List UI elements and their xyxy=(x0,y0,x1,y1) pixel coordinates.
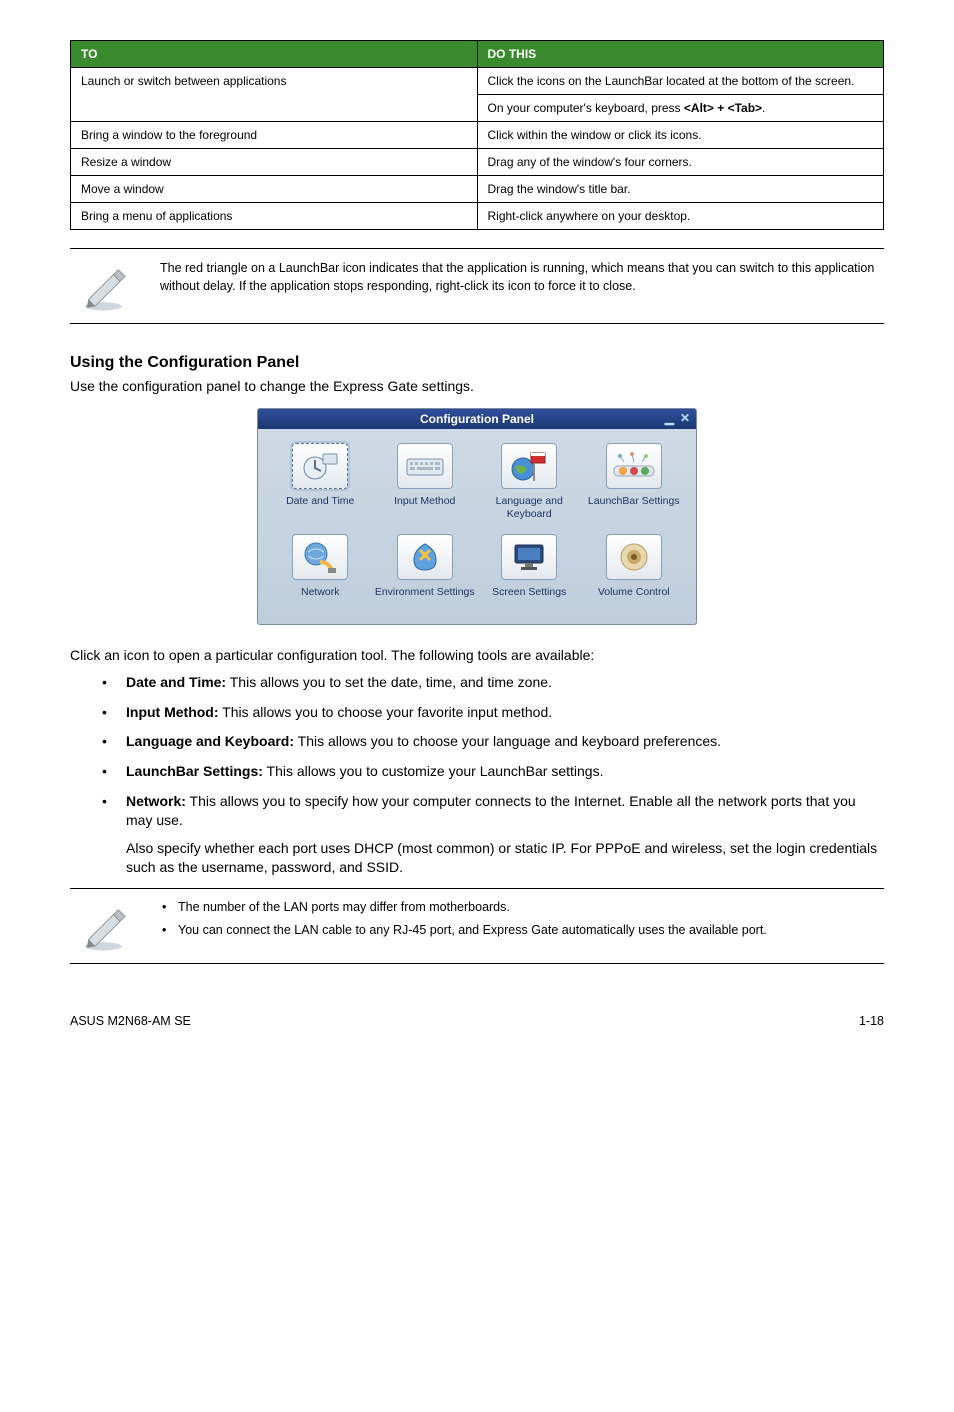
table-header-to: TO xyxy=(71,41,478,68)
table-row: Move a window Drag the window's title ba… xyxy=(71,176,884,203)
table-header-dothis: DO THIS xyxy=(477,41,884,68)
config-item-network[interactable]: Network xyxy=(268,534,373,610)
tool-desc: This allows you to specify how your comp… xyxy=(126,793,856,829)
tool-name: Network: xyxy=(126,793,186,809)
cell-to: Bring a window to the foreground xyxy=(71,122,478,149)
monitor-icon xyxy=(501,534,557,580)
config-panel-titlebar: Configuration Panel ▁ ✕ xyxy=(258,409,696,429)
list-item: Date and Time: This allows you to set th… xyxy=(102,673,884,693)
cell-do: Right-click anywhere on your desktop. xyxy=(477,203,884,230)
tool-sub: Also specify whether each port uses DHCP… xyxy=(126,839,884,878)
config-item-launchbar-settings[interactable]: LaunchBar Settings xyxy=(582,443,687,520)
tools-intro: Click an icon to open a particular confi… xyxy=(70,647,884,663)
config-label: Input Method xyxy=(394,495,455,519)
list-item: Input Method: This allows you to choose … xyxy=(102,703,884,723)
globe-flag-icon xyxy=(501,443,557,489)
note-text: The number of the LAN ports may differ f… xyxy=(160,899,884,946)
config-panel-title: Configuration Panel xyxy=(420,412,534,426)
config-item-environment-settings[interactable]: Environment Settings xyxy=(373,534,478,610)
list-item: LaunchBar Settings: This allows you to c… xyxy=(102,762,884,782)
config-label: Date and Time xyxy=(286,495,354,519)
list-item: Language and Keyboard: This allows you t… xyxy=(102,732,884,752)
note-icon xyxy=(70,899,140,953)
note-text: The red triangle on a LaunchBar icon ind… xyxy=(160,259,884,295)
tool-desc: This allows you to customize your Launch… xyxy=(263,763,604,779)
section-lead: Use the configuration panel to change th… xyxy=(70,378,884,394)
close-icon[interactable]: ✕ xyxy=(680,411,690,425)
pencil-note-icon xyxy=(80,263,130,313)
shortcut-table: TO DO THIS Launch or switch between appl… xyxy=(70,40,884,230)
cell-do-extra: On your computer's keyboard, press <Alt>… xyxy=(477,95,884,122)
note-block-lan-ports: The number of the LAN ports may differ f… xyxy=(70,888,884,964)
config-label: Environment Settings xyxy=(375,586,475,610)
pencil-note-icon xyxy=(80,903,130,953)
config-label: LaunchBar Settings xyxy=(588,495,680,519)
note-list-item: You can connect the LAN cable to any RJ-… xyxy=(160,922,884,940)
config-item-language-keyboard[interactable]: Language and Keyboard xyxy=(477,443,582,520)
config-item-screen-settings[interactable]: Screen Settings xyxy=(477,534,582,610)
tool-desc: This allows you to choose your favorite … xyxy=(219,704,553,720)
cell-do: Click within the window or click its ico… xyxy=(477,122,884,149)
cell-do: Drag any of the window's four corners. xyxy=(477,149,884,176)
minimize-icon[interactable]: ▁ xyxy=(665,411,674,425)
tool-desc: This allows you to choose your language … xyxy=(294,733,721,749)
note-list-item: The number of the LAN ports may differ f… xyxy=(160,899,884,917)
tool-name: Input Method: xyxy=(126,704,219,720)
note-icon xyxy=(70,259,140,313)
footer-left: ASUS M2N68-AM SE xyxy=(70,1014,191,1028)
tool-name: Date and Time: xyxy=(126,674,226,690)
table-row: Launch or switch between applications Cl… xyxy=(71,68,884,95)
page-footer: ASUS M2N68-AM SE 1-18 xyxy=(70,1014,884,1028)
list-item: Network: This allows you to specify how … xyxy=(102,792,884,878)
tools-list: Date and Time: This allows you to set th… xyxy=(70,673,884,878)
table-row: Resize a window Drag any of the window's… xyxy=(71,149,884,176)
tool-name: LaunchBar Settings: xyxy=(126,763,263,779)
launchbar-icon xyxy=(606,443,662,489)
cell-to: Bring a menu of applications xyxy=(71,203,478,230)
footer-right: 1-18 xyxy=(859,1014,884,1028)
config-label: Screen Settings xyxy=(492,586,566,610)
network-icon xyxy=(292,534,348,580)
note-block-red-triangle: The red triangle on a LaunchBar icon ind… xyxy=(70,248,884,324)
tool-name: Language and Keyboard: xyxy=(126,733,294,749)
config-item-date-time[interactable]: Date and Time xyxy=(268,443,373,520)
cell-do: Click the icons on the LaunchBar located… xyxy=(477,68,884,95)
tool-desc: This allows you to set the date, time, a… xyxy=(226,674,552,690)
cell-to: Launch or switch between applications xyxy=(71,68,478,122)
cell-to: Resize a window xyxy=(71,149,478,176)
cell-to: Move a window xyxy=(71,176,478,203)
config-label: Network xyxy=(301,586,340,610)
clock-icon xyxy=(292,443,348,489)
config-label: Language and Keyboard xyxy=(477,495,582,520)
keyboard-icon xyxy=(397,443,453,489)
config-label: Volume Control xyxy=(598,586,670,610)
config-item-volume-control[interactable]: Volume Control xyxy=(582,534,687,610)
table-row: Bring a menu of applications Right-click… xyxy=(71,203,884,230)
config-item-input-method[interactable]: Input Method xyxy=(373,443,478,520)
table-row: Bring a window to the foreground Click w… xyxy=(71,122,884,149)
speaker-icon xyxy=(606,534,662,580)
section-heading-config-panel: Using the Configuration Panel xyxy=(70,354,884,372)
environment-icon xyxy=(397,534,453,580)
cell-do: Drag the window's title bar. xyxy=(477,176,884,203)
configuration-panel-window: Configuration Panel ▁ ✕ Date and Time In… xyxy=(257,408,697,625)
